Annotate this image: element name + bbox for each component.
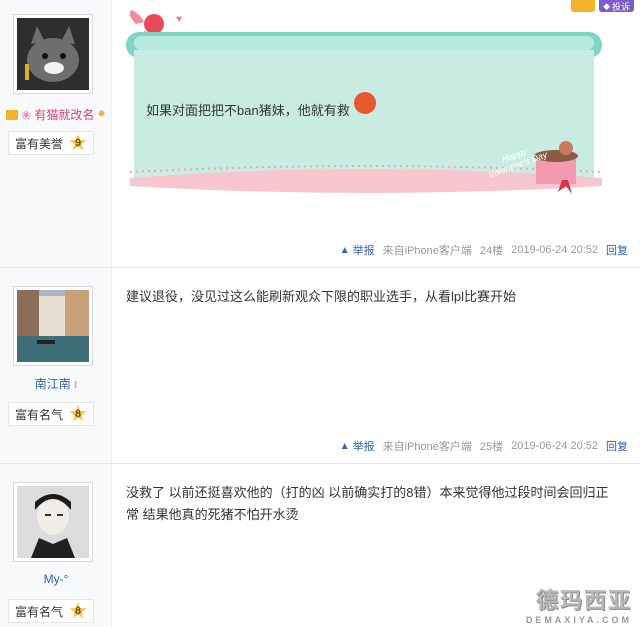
post-time: 2019-06-24 20:52: [511, 440, 598, 452]
post-content: 建议退役，没见过这么能刷新观众下限的职业选手，从看lpl比赛开始: [126, 289, 517, 304]
report-link[interactable]: ▲ 举报: [340, 438, 375, 454]
author-panel: ❀ 有猫就改名 ✹ 富有美誉 9: [0, 0, 112, 267]
post-content: 如果对面把把不ban猪妹，他就有救: [146, 92, 376, 120]
post-floor-24: ❀ 有猫就改名 ✹ 富有美誉 9 ♥ Happy Valentine's Day…: [0, 0, 640, 268]
honor-badge[interactable]: 富有美誉 9: [8, 131, 95, 155]
post-source: 来自iPhone客户端: [382, 245, 472, 257]
level-star-icon: 8: [69, 405, 87, 422]
post-floor-26: My-° 富有名气 8 没救了 以前还挺喜欢他的（打的凶 以前确实打的8错）本来…: [0, 464, 640, 627]
post-meta: ▲ 举报 来自iPhone客户端 25楼 2019-06-24 20:52 回复: [340, 438, 628, 454]
honor-badge[interactable]: 富有名气 8: [8, 599, 95, 623]
floor-number: 25楼: [479, 441, 504, 453]
avatar[interactable]: [13, 14, 93, 94]
username[interactable]: My-°: [0, 572, 112, 586]
svg-text:♥: ♥: [176, 14, 182, 25]
valentine-card: ♥ Happy Valentine's Day 如果对面把把不ban猪妹，他就有…: [126, 10, 606, 200]
post-time: 2019-06-24 20:52: [511, 244, 598, 256]
avatar[interactable]: [13, 482, 93, 562]
post-floor-25: 南江南 ℓ 富有名气 8 建议退役，没见过这么能刷新观众下限的职业选手，从看lp…: [0, 268, 640, 464]
level-star-icon: 8: [69, 602, 87, 619]
floor-number: 24楼: [479, 245, 504, 257]
username[interactable]: ❀ 有猫就改名 ✹: [0, 106, 112, 123]
post-source: 来自iPhone客户端: [382, 441, 472, 453]
post-meta: ▲ 举报 来自iPhone客户端 24楼 2019-06-24 20:52 回复: [340, 242, 628, 258]
level-star-icon: 9: [69, 134, 87, 151]
reply-link[interactable]: 回复: [606, 438, 628, 454]
post-content: 没救了 以前还挺喜欢他的（打的凶 以前确实打的8错）本来觉得他过段时间会回归正常…: [126, 485, 609, 522]
author-panel: 南江南 ℓ 富有名气 8: [0, 268, 112, 463]
honor-badge[interactable]: 富有名气 8: [8, 402, 95, 426]
username[interactable]: 南江南 ℓ: [0, 375, 112, 392]
emoji-icon: [353, 92, 376, 114]
warning-icon: ▲: [339, 244, 350, 256]
site-watermark: 德玛西亚 DEMAXIYA.COM: [525, 589, 632, 625]
warning-icon: ▲: [339, 440, 350, 452]
avatar[interactable]: [13, 286, 93, 366]
crown-icon: [6, 109, 19, 120]
flower-icon: ❀: [21, 107, 32, 122]
report-link[interactable]: ▲ 举报: [340, 242, 375, 258]
sun-icon: ✹: [97, 109, 106, 120]
reply-link[interactable]: 回复: [606, 242, 628, 258]
author-panel: My-° 富有名气 8: [0, 464, 112, 627]
